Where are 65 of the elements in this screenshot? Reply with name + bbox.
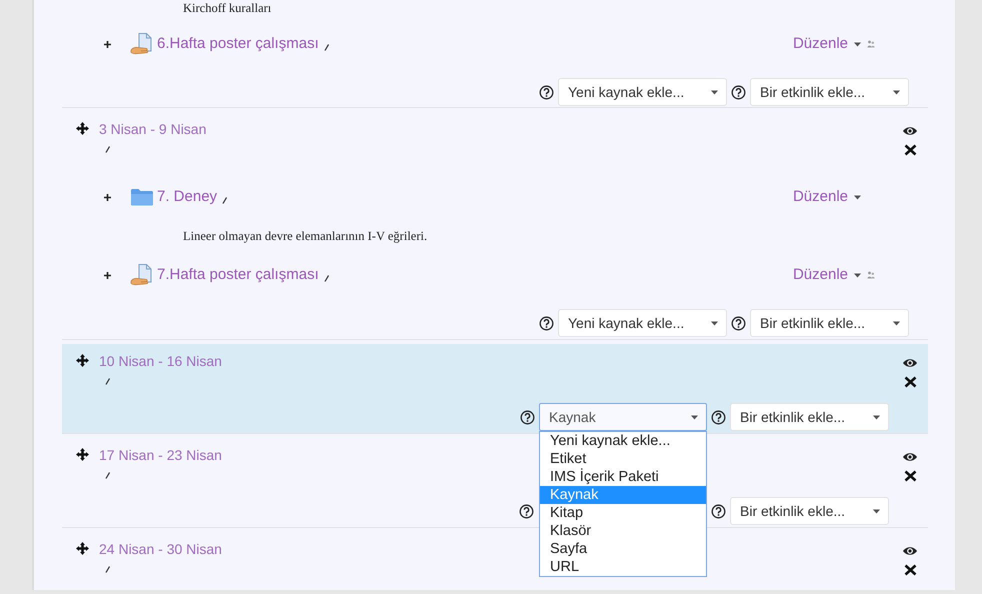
resource-select[interactable]: Yeni kaynak ekle... [558,309,727,337]
activity-link[interactable]: 7. Deney [157,186,218,208]
activity-select[interactable]: Bir etkinlik ekle... [730,403,889,431]
edit-icon[interactable] [222,196,228,204]
activity-select[interactable]: Bir etkinlik ekle... [750,309,909,337]
edit-menu-link[interactable]: Düzenle [792,264,848,286]
caret-icon [711,320,718,326]
move-icon[interactable] [104,40,111,48]
activity-select[interactable]: Bir etkinlik ekle... [750,78,909,106]
help-icon[interactable] [711,410,726,424]
caret-icon [873,414,880,420]
dropdown-option[interactable]: Kitap [540,504,706,522]
move-icon[interactable] [75,447,90,462]
eye-icon[interactable] [902,546,918,556]
section-title[interactable]: 3 Nisan - 9 Nisan [99,119,206,139]
caret-icon [893,90,900,94]
help-icon[interactable] [731,84,746,100]
dropdown-option[interactable]: Yeni kaynak ekle... [540,432,706,450]
help-icon[interactable] [539,84,554,100]
edit-menu-link[interactable]: Düzenle [792,186,848,208]
help-icon[interactable] [731,316,746,330]
resource-select[interactable]: Kaynak [539,403,707,431]
close-icon[interactable] [904,470,916,482]
eye-icon[interactable] [902,126,918,136]
activity-select[interactable]: Bir etkinlik ekle... [730,497,889,525]
caret-icon [893,320,900,326]
caret-icon [873,508,880,514]
caret-icon [854,42,861,46]
move-icon[interactable] [104,272,111,278]
activity-link[interactable]: 7.Hafta poster çalışması [157,264,319,286]
caret-icon [854,272,861,278]
move-icon[interactable] [75,541,90,556]
move-icon[interactable] [75,353,90,368]
caret-icon [691,414,698,420]
edit-icon[interactable] [105,566,110,573]
help-icon[interactable] [539,316,554,330]
close-icon[interactable] [904,144,916,156]
dropdown-option[interactable]: IMS İçerik Paketi [540,468,706,486]
close-icon[interactable] [904,564,916,576]
eye-icon[interactable] [902,358,918,368]
description-text: Kirchoff kuralları [183,0,272,16]
help-icon[interactable] [520,410,535,424]
edit-icon[interactable] [324,274,329,282]
section-title[interactable]: 24 Nisan - 30 Nisan [99,539,222,559]
close-icon[interactable] [904,376,916,388]
help-icon[interactable] [711,504,726,518]
dropdown-option[interactable]: URL [540,558,706,576]
help-icon[interactable] [519,504,534,518]
section-title[interactable]: 17 Nisan - 23 Nisan [99,445,222,465]
eye-icon[interactable] [902,452,918,462]
edit-icon[interactable] [105,472,110,479]
description-text: Lineer olmayan devre elemanlarının I-V eğrileri. [183,228,428,244]
edit-menu-link[interactable]: Düzenle [792,32,848,56]
edit-icon[interactable] [324,44,329,50]
activity-link[interactable]: 6.Hafta poster çalışması [157,32,319,56]
dropdown-option[interactable]: Sayfa [540,540,706,558]
resource-select[interactable]: Yeni kaynak ekle... [558,78,727,106]
dropdown-option[interactable]: Klasör [540,522,706,540]
caret-icon [854,194,861,200]
edit-icon[interactable] [105,378,110,385]
move-icon[interactable] [104,194,111,200]
caret-icon [711,90,718,94]
dropdown-option[interactable]: Etiket [540,450,706,468]
edit-icon[interactable] [105,146,110,153]
move-icon[interactable] [75,121,90,136]
